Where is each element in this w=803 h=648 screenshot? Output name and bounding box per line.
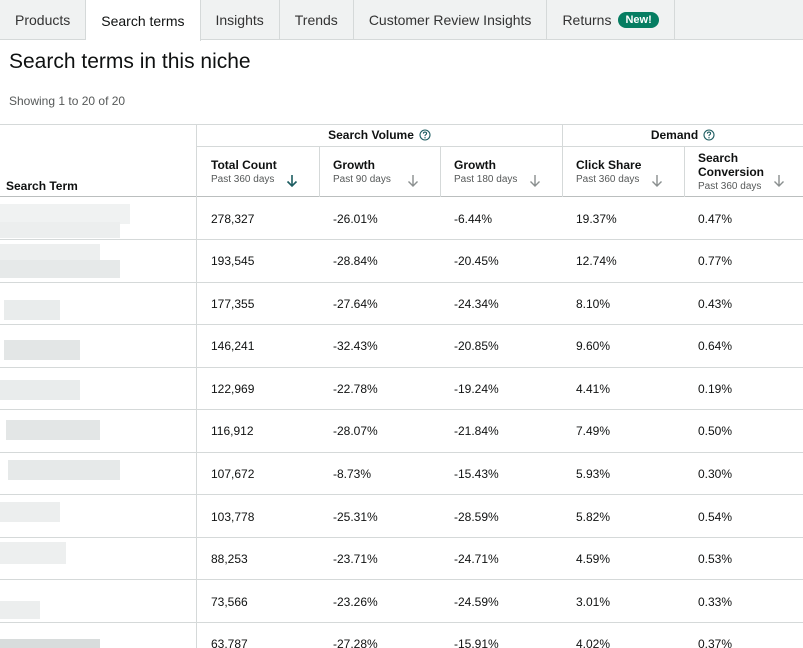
search-conversion-cell: 0.43% [698, 297, 733, 311]
column-label: Growth [333, 157, 375, 172]
help-circle-icon[interactable] [419, 129, 431, 141]
click-share-cell: 7.49% [576, 424, 611, 438]
growth-180-cell: -19.24% [454, 382, 499, 396]
tab-search-terms[interactable]: Search terms [86, 0, 201, 41]
column-sublabel: Past 180 days [454, 173, 518, 185]
search-conversion-cell: 0.47% [698, 212, 733, 226]
total-count-cell: 116,912 [211, 424, 254, 438]
tab-returns-label: Returns [562, 11, 612, 28]
sort-down-arrow-icon[interactable] [772, 174, 786, 188]
growth-90-cell: -26.01% [333, 212, 378, 226]
growth-180-cell: -20.85% [454, 339, 499, 353]
total-count-cell: 103,778 [211, 510, 255, 524]
search-conversion-cell: 0.77% [698, 254, 733, 268]
search-conversion-cell: 0.54% [698, 510, 733, 524]
column-header-search-term[interactable]: Search Term [6, 179, 78, 193]
column-sublabel: Past 360 days [576, 173, 640, 185]
total-count-cell: 278,327 [211, 212, 255, 226]
total-count-cell: 177,355 [211, 297, 255, 311]
growth-90-cell: -8.73% [333, 467, 372, 481]
total-count-cell: 73,566 [211, 595, 248, 609]
growth-90-cell: -28.07% [333, 424, 378, 438]
search-terms-table: Search Volume Demand Search Term Total C… [0, 124, 803, 648]
growth-90-cell: -27.28% [333, 637, 378, 648]
column-header-click-share[interactable]: Click Share Past 360 days [562, 147, 684, 197]
growth-180-cell: -24.71% [454, 552, 499, 566]
group-search-volume-label: Search Volume [328, 128, 414, 142]
column-label: Search Conversion [698, 150, 765, 179]
search-conversion-cell: 0.64% [698, 339, 733, 353]
column-sublabel: Past 360 days [698, 180, 762, 192]
growth-180-cell: -15.43% [454, 467, 499, 481]
growth-90-cell: -32.43% [333, 339, 378, 353]
results-count: Showing 1 to 20 of 20 [9, 94, 126, 108]
total-count-cell: 63,787 [211, 637, 248, 648]
growth-90-cell: -22.78% [333, 382, 378, 396]
help-circle-icon[interactable] [703, 129, 715, 141]
click-share-cell: 4.41% [576, 382, 611, 396]
click-share-cell: 9.60% [576, 339, 611, 353]
search-conversion-cell: 0.30% [698, 467, 733, 481]
column-header-growth-90[interactable]: Growth Past 90 days [319, 147, 440, 197]
growth-180-cell: -20.45% [454, 254, 499, 268]
click-share-cell: 19.37% [576, 212, 617, 226]
growth-180-cell: -21.84% [454, 424, 499, 438]
click-share-cell: 4.02% [576, 637, 611, 648]
sort-down-arrow-icon[interactable] [285, 174, 299, 188]
tab-customer-review-insights[interactable]: Customer Review Insights [354, 0, 548, 39]
column-label: Growth [454, 157, 496, 172]
click-share-cell: 12.74% [576, 254, 617, 268]
sort-down-arrow-icon[interactable] [406, 174, 420, 188]
column-sublabel: Past 360 days [211, 173, 275, 185]
tab-insights[interactable]: Insights [201, 0, 280, 39]
group-demand: Demand [563, 124, 803, 146]
growth-180-cell: -15.91% [454, 637, 499, 648]
new-badge: New! [618, 11, 659, 28]
column-sublabel: Past 90 days [333, 173, 391, 185]
column-label: Total Count [211, 157, 277, 172]
total-count-cell: 88,253 [211, 552, 248, 566]
tab-returns[interactable]: Returns New! [547, 0, 675, 39]
tab-bar: Products Search terms Insights Trends Cu… [0, 0, 803, 41]
sort-down-arrow-icon[interactable] [528, 174, 542, 188]
growth-90-cell: -23.71% [333, 552, 378, 566]
sort-down-arrow-icon[interactable] [650, 174, 664, 188]
total-count-cell: 122,969 [211, 382, 255, 396]
column-label: Click Share [576, 157, 642, 172]
total-count-cell: 107,672 [211, 467, 255, 481]
search-conversion-cell: 0.50% [698, 424, 733, 438]
growth-180-cell: -28.59% [454, 510, 499, 524]
click-share-cell: 8.10% [576, 297, 611, 311]
tab-products[interactable]: Products [0, 0, 87, 39]
search-conversion-cell: 0.53% [698, 552, 733, 566]
growth-90-cell: -23.26% [333, 595, 378, 609]
click-share-cell: 5.82% [576, 510, 611, 524]
click-share-cell: 4.59% [576, 552, 611, 566]
growth-180-cell: -24.34% [454, 297, 499, 311]
search-conversion-cell: 0.19% [698, 382, 733, 396]
group-search-volume: Search Volume [197, 124, 562, 146]
growth-180-cell: -6.44% [454, 212, 493, 226]
click-share-cell: 5.93% [576, 467, 611, 481]
growth-90-cell: -27.64% [333, 297, 378, 311]
growth-90-cell: -25.31% [333, 510, 378, 524]
column-header-total-count[interactable]: Total Count Past 360 days [197, 147, 319, 197]
column-header-growth-180[interactable]: Growth Past 180 days [440, 147, 562, 197]
group-demand-label: Demand [650, 128, 699, 142]
growth-90-cell: -28.84% [333, 254, 378, 268]
total-count-cell: 146,241 [211, 339, 255, 353]
page-title: Search terms in this niche [9, 50, 251, 73]
column-header-search-conversion[interactable]: Search Conversion Past 360 days [684, 147, 803, 197]
click-share-cell: 3.01% [576, 595, 611, 609]
search-conversion-cell: 0.33% [698, 595, 733, 609]
total-count-cell: 193,545 [211, 254, 255, 268]
growth-180-cell: -24.59% [454, 595, 499, 609]
tab-trends[interactable]: Trends [280, 0, 354, 39]
search-conversion-cell: 0.37% [698, 637, 733, 648]
